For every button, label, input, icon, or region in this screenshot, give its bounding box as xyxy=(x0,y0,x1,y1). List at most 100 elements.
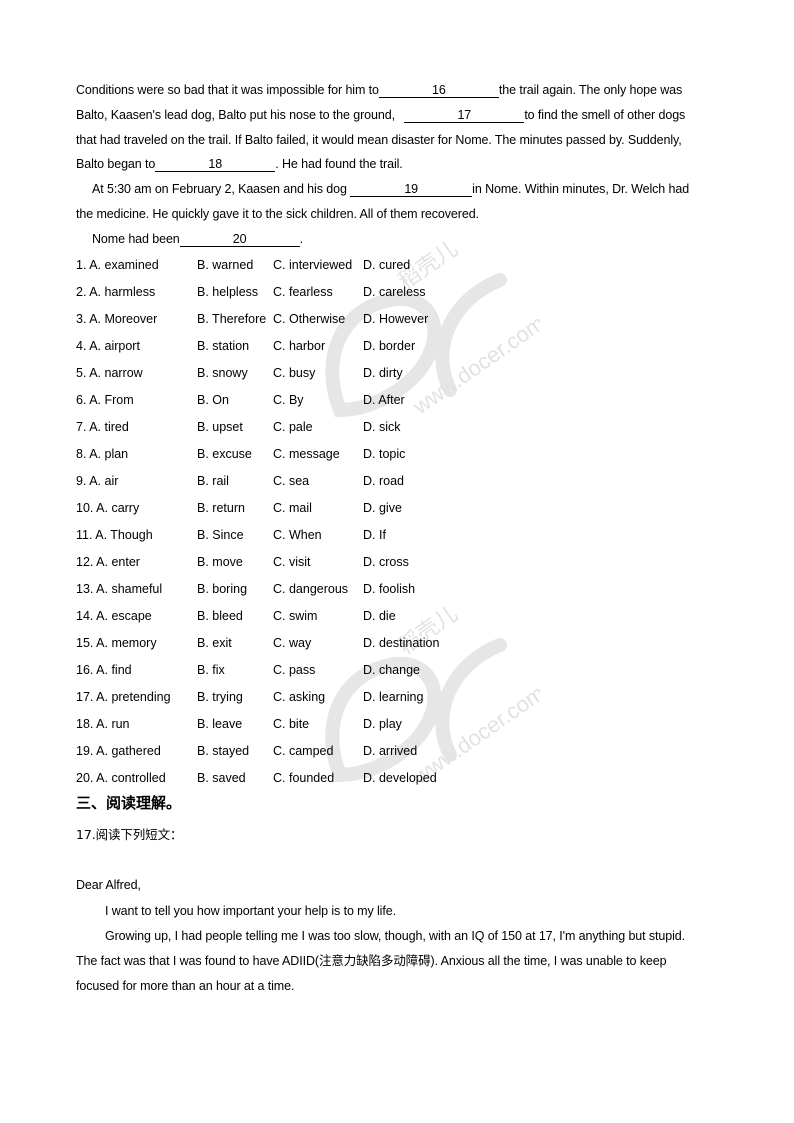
option-b: B. On xyxy=(197,393,229,407)
passage-line-2: Balto, Kaasen's lead dog, Balto put his … xyxy=(76,107,685,123)
option-d: D. die xyxy=(363,609,396,623)
option-a: 9. A. air xyxy=(76,474,119,488)
passage-line-1: Conditions were so bad that it was impos… xyxy=(76,82,682,98)
blank-18: 18 xyxy=(155,157,276,172)
option-d: D. cured xyxy=(363,258,411,272)
option-a: 10. A. carry xyxy=(76,501,140,515)
option-d: D. After xyxy=(363,393,405,407)
letter-paragraph-2-line-1: Growing up, I had people telling me I wa… xyxy=(105,929,686,943)
blank-19: 19 xyxy=(350,182,473,197)
option-b: B. upset xyxy=(197,420,243,434)
passage-text: Balto began to xyxy=(76,157,156,171)
passage-line-4: Balto began to 18. He had found the trail… xyxy=(76,156,403,172)
option-c: C. harbor xyxy=(273,339,326,353)
option-c: C. founded xyxy=(273,771,335,785)
option-c: C. pass xyxy=(273,663,316,677)
option-a: 8. A. plan xyxy=(76,447,129,461)
letter-paragraph-2-line-3: focused for more than an hour at a time. xyxy=(76,979,295,993)
option-c: C. way xyxy=(273,636,312,650)
option-c: C. sea xyxy=(273,474,310,488)
watermark-brand-text: 稻壳儿 xyxy=(394,602,462,660)
option-d: D. developed xyxy=(363,771,437,785)
passage-text: Balto, Kaasen's lead dog, Balto put his … xyxy=(76,108,399,122)
option-b: B. move xyxy=(197,555,243,569)
passage-text: At 5:30 am on February 2, Kaasen and his… xyxy=(92,182,351,196)
option-a: 18. A. run xyxy=(76,717,130,731)
option-a: 14. A. escape xyxy=(76,609,152,623)
passage-line-7: Nome had been 20. xyxy=(92,231,303,247)
option-b: B. rail xyxy=(197,474,229,488)
option-a: 2. A. harmless xyxy=(76,285,156,299)
passage-text: to find the smell of other dogs xyxy=(524,108,686,122)
option-b: B. leave xyxy=(197,717,243,731)
letter-salutation: Dear Alfred, xyxy=(76,878,141,892)
section-title: 三、阅读理解。 xyxy=(76,794,182,812)
option-c: C. mail xyxy=(273,501,312,515)
option-c: C. Otherwise xyxy=(273,312,346,326)
option-b: B. snowy xyxy=(197,366,248,380)
option-a: 3. A. Moreover xyxy=(76,312,158,326)
passage-text: . xyxy=(299,232,304,246)
option-a: 15. A. memory xyxy=(76,636,157,650)
option-c: C. busy xyxy=(273,366,316,380)
option-c: C. When xyxy=(273,528,322,542)
option-c: C. pale xyxy=(273,420,313,434)
option-d: D. sick xyxy=(363,420,401,434)
option-c: C. bite xyxy=(273,717,310,731)
passage-text: in Nome. Within minutes, Dr. Welch had xyxy=(472,182,690,196)
option-d: D. destination xyxy=(363,636,440,650)
option-c: C. swim xyxy=(273,609,318,623)
passage-line-6: the medicine. He quickly gave it to the … xyxy=(76,207,479,221)
option-b: B. bleed xyxy=(197,609,243,623)
option-a: 12. A. enter xyxy=(76,555,140,569)
passage-text: Conditions were so bad that it was impos… xyxy=(76,83,379,97)
passage-text: the trail again. The only hope was xyxy=(498,83,683,97)
option-a: 17. A. pretending xyxy=(76,690,171,704)
option-d: D. play xyxy=(363,717,402,731)
option-a: 11. A. Though xyxy=(76,528,153,542)
option-a: 7. A. tired xyxy=(76,420,129,434)
option-d: D. cross xyxy=(363,555,409,569)
option-a: 13. A. shameful xyxy=(76,582,163,596)
option-b: B. return xyxy=(197,501,245,515)
option-b: B. boring xyxy=(197,582,248,596)
option-b: B. Therefore xyxy=(197,312,267,326)
blank-20: 20 xyxy=(179,232,300,247)
option-c: C. camped xyxy=(273,744,334,758)
option-d: D. road xyxy=(363,474,404,488)
option-d: D. If xyxy=(363,528,386,542)
option-b: B. saved xyxy=(197,771,246,785)
option-b: B. Since xyxy=(197,528,244,542)
option-a: 20. A. controlled xyxy=(76,771,166,785)
option-d: D. give xyxy=(363,501,402,515)
letter-paragraph-1: I want to tell you how important your he… xyxy=(105,904,396,918)
option-b: B. warned xyxy=(197,258,254,272)
option-b: B. trying xyxy=(197,690,243,704)
option-a: 16. A. find xyxy=(76,663,132,677)
option-a: 1. A. examined xyxy=(76,258,159,272)
blank-16: 16 xyxy=(378,83,499,98)
option-a: 4. A. airport xyxy=(76,339,140,353)
option-c: C. message xyxy=(273,447,340,461)
option-d: D. However xyxy=(363,312,429,326)
document-page: www.docer.com 稻壳儿 www.docer.com 稻壳儿 Cond… xyxy=(0,0,794,1123)
option-d: D. topic xyxy=(363,447,406,461)
option-b: B. exit xyxy=(197,636,232,650)
option-b: B. excuse xyxy=(197,447,252,461)
option-c: C. fearless xyxy=(273,285,333,299)
question-label: 17.阅读下列短文： xyxy=(76,827,183,842)
passage-text: Nome had been xyxy=(92,232,180,246)
option-d: D. dirty xyxy=(363,366,403,380)
option-d: D. learning xyxy=(363,690,424,704)
option-c: C. By xyxy=(273,393,304,407)
option-a: 19. A. gathered xyxy=(76,744,161,758)
option-d: D. arrived xyxy=(363,744,418,758)
option-c: C. dangerous xyxy=(273,582,349,596)
option-c: C. visit xyxy=(273,555,311,569)
option-b: B. fix xyxy=(197,663,225,677)
passage-line-3: that had traveled on the trail. If Balto… xyxy=(76,133,682,147)
passage-text: . He had found the trail. xyxy=(275,157,403,171)
option-d: D. border xyxy=(363,339,416,353)
option-d: D. careless xyxy=(363,285,426,299)
option-d: D. foolish xyxy=(363,582,416,596)
